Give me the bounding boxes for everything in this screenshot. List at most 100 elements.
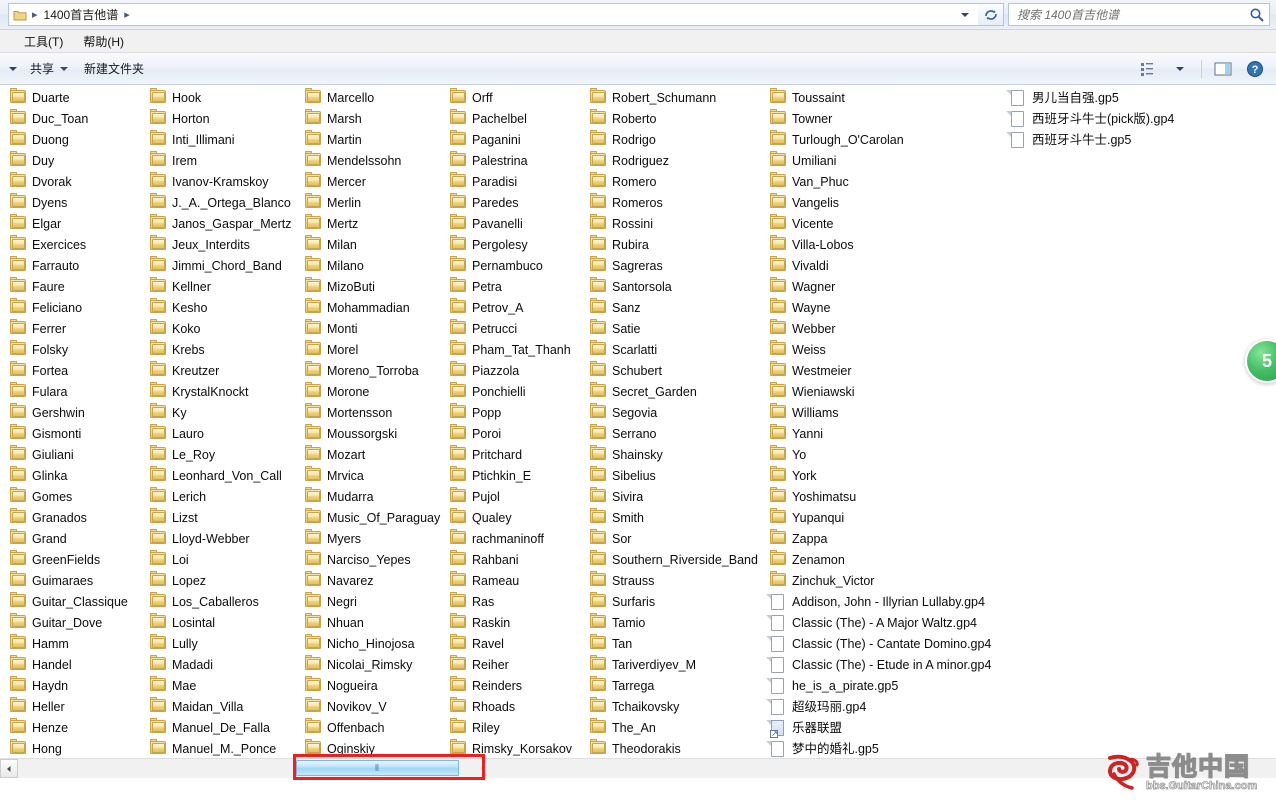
folder-item[interactable]: Theodorakis <box>580 738 760 758</box>
scrollbar-track[interactable]: ⦀ <box>18 754 1276 780</box>
folder-item[interactable]: Wagner <box>760 276 1000 297</box>
folder-item[interactable]: Farrauto <box>0 255 140 276</box>
folder-item[interactable]: Ravel <box>440 633 580 654</box>
folder-item[interactable]: Irem <box>140 150 295 171</box>
folder-item[interactable]: Dvorak <box>0 171 140 192</box>
folder-item[interactable]: Petrov_A <box>440 297 580 318</box>
folder-item[interactable]: Loi <box>140 549 295 570</box>
breadcrumb-current[interactable]: 1400首吉他谱 <box>41 5 122 24</box>
folder-item[interactable]: The_An <box>580 717 760 738</box>
file-item[interactable]: 梦中的婚礼.gp5 <box>760 738 1000 758</box>
folder-item[interactable]: Petra <box>440 276 580 297</box>
folder-item[interactable]: Fulara <box>0 381 140 402</box>
folder-item[interactable]: Madadi <box>140 654 295 675</box>
folder-item[interactable]: Lully <box>140 633 295 654</box>
folder-item[interactable]: Williams <box>760 402 1000 423</box>
folder-item[interactable]: Kreutzer <box>140 360 295 381</box>
folder-item[interactable]: Sanz <box>580 297 760 318</box>
folder-item[interactable]: Oginskiy <box>295 738 440 758</box>
horizontal-scrollbar[interactable]: ⦀ <box>0 754 1276 780</box>
folder-item[interactable]: Moreno_Torroba <box>295 360 440 381</box>
folder-item[interactable]: Myers <box>295 528 440 549</box>
folder-item[interactable]: Romero <box>580 171 760 192</box>
folder-item[interactable]: Pernambuco <box>440 255 580 276</box>
folder-item[interactable]: Yo <box>760 444 1000 465</box>
folder-item[interactable]: Manuel_M._Ponce <box>140 738 295 758</box>
folder-item[interactable]: Vicente <box>760 213 1000 234</box>
breadcrumb[interactable]: ▸ 1400首吉他谱 ▸ <box>8 3 978 26</box>
folder-item[interactable]: Vangelis <box>760 192 1000 213</box>
folder-item[interactable]: Wayne <box>760 297 1000 318</box>
folder-item[interactable]: Raskin <box>440 612 580 633</box>
folder-item[interactable]: Mertz <box>295 213 440 234</box>
folder-item[interactable]: Strauss <box>580 570 760 591</box>
folder-item[interactable]: Kesho <box>140 297 295 318</box>
folder-item[interactable]: Haydn <box>0 675 140 696</box>
folder-item[interactable]: Ras <box>440 591 580 612</box>
navigation-arrows[interactable] <box>0 0 8 29</box>
folder-item[interactable]: Nicolai_Rimsky <box>295 654 440 675</box>
folder-item[interactable]: Petrucci <box>440 318 580 339</box>
folder-item[interactable]: Novikov_V <box>295 696 440 717</box>
folder-item[interactable]: Krebs <box>140 339 295 360</box>
folder-item[interactable]: GreenFields <box>0 549 140 570</box>
file-item[interactable]: 西班牙斗牛士(pick版).gp4 <box>1000 108 1260 129</box>
folder-item[interactable]: Pavanelli <box>440 213 580 234</box>
file-list-pane[interactable]: Duarte Duc_Toan Duong Duy Dvorak Dyens Elgar Ex… <box>0 85 1276 758</box>
folder-item[interactable]: Grand <box>0 528 140 549</box>
folder-item[interactable]: Secret_Garden <box>580 381 760 402</box>
folder-item[interactable]: Lizst <box>140 507 295 528</box>
menu-help[interactable]: 帮助(H) <box>73 31 134 52</box>
folder-item[interactable]: Mohammadian <box>295 297 440 318</box>
folder-item[interactable]: Webber <box>760 318 1000 339</box>
folder-item[interactable]: Surfaris <box>580 591 760 612</box>
menu-tools[interactable]: 工具(T) <box>14 31 73 52</box>
folder-item[interactable]: Rubira <box>580 234 760 255</box>
folder-item[interactable]: Guitar_Dove <box>0 612 140 633</box>
folder-item[interactable]: Shainsky <box>580 444 760 465</box>
folder-item[interactable]: Qualey <box>440 507 580 528</box>
folder-item[interactable]: Piazzola <box>440 360 580 381</box>
breadcrumb-separator-2[interactable]: ▸ <box>121 8 133 21</box>
folder-item[interactable]: Sagreras <box>580 255 760 276</box>
folder-item[interactable]: Horton <box>140 108 295 129</box>
folder-item[interactable]: Fortea <box>0 360 140 381</box>
folder-item[interactable]: Paredes <box>440 192 580 213</box>
file-item[interactable]: he_is_a_pirate.gp5 <box>760 675 1000 696</box>
file-item[interactable]: Classic (The) - A Major Waltz.gp4 <box>760 612 1000 633</box>
folder-item[interactable]: Turlough_O'Carolan <box>760 129 1000 150</box>
folder-item[interactable]: Lerich <box>140 486 295 507</box>
folder-item[interactable]: Tchaikovsky <box>580 696 760 717</box>
folder-item[interactable]: Janos_Gaspar_Mertz <box>140 213 295 234</box>
help-button[interactable]: ? <box>1240 57 1270 81</box>
folder-item[interactable]: Lauro <box>140 423 295 444</box>
folder-item[interactable]: Granados <box>0 507 140 528</box>
folder-item[interactable]: Guitar_Classique <box>0 591 140 612</box>
folder-item[interactable]: J._A._Ortega_Blanco <box>140 192 295 213</box>
folder-item[interactable]: Glinka <box>0 465 140 486</box>
folder-item[interactable]: Pergolesy <box>440 234 580 255</box>
folder-item[interactable]: Reiher <box>440 654 580 675</box>
folder-item[interactable]: Umiliani <box>760 150 1000 171</box>
change-view-button[interactable] <box>1133 57 1163 81</box>
folder-item[interactable]: Sor <box>580 528 760 549</box>
folder-item[interactable]: Martin <box>295 129 440 150</box>
folder-item[interactable]: Segovia <box>580 402 760 423</box>
folder-item[interactable]: Roberto <box>580 108 760 129</box>
folder-item[interactable]: Negri <box>295 591 440 612</box>
folder-item[interactable]: Riley <box>440 717 580 738</box>
folder-item[interactable]: Ptichkin_E <box>440 465 580 486</box>
folder-item[interactable]: Popp <box>440 402 580 423</box>
folder-item[interactable]: Towner <box>760 108 1000 129</box>
search-input[interactable]: 搜索 1400首吉他谱 <box>1017 6 1249 23</box>
folder-item[interactable]: Romeros <box>580 192 760 213</box>
folder-item[interactable]: Villa-Lobos <box>760 234 1000 255</box>
folder-item[interactable]: Poroi <box>440 423 580 444</box>
folder-item[interactable]: Yoshimatsu <box>760 486 1000 507</box>
folder-item[interactable]: Van_Phuc <box>760 171 1000 192</box>
folder-item[interactable]: Duarte <box>0 87 140 108</box>
folder-item[interactable]: MizoButi <box>295 276 440 297</box>
folder-item[interactable]: Nhuan <box>295 612 440 633</box>
folder-item[interactable]: Hook <box>140 87 295 108</box>
folder-item[interactable]: KrystalKnockt <box>140 381 295 402</box>
